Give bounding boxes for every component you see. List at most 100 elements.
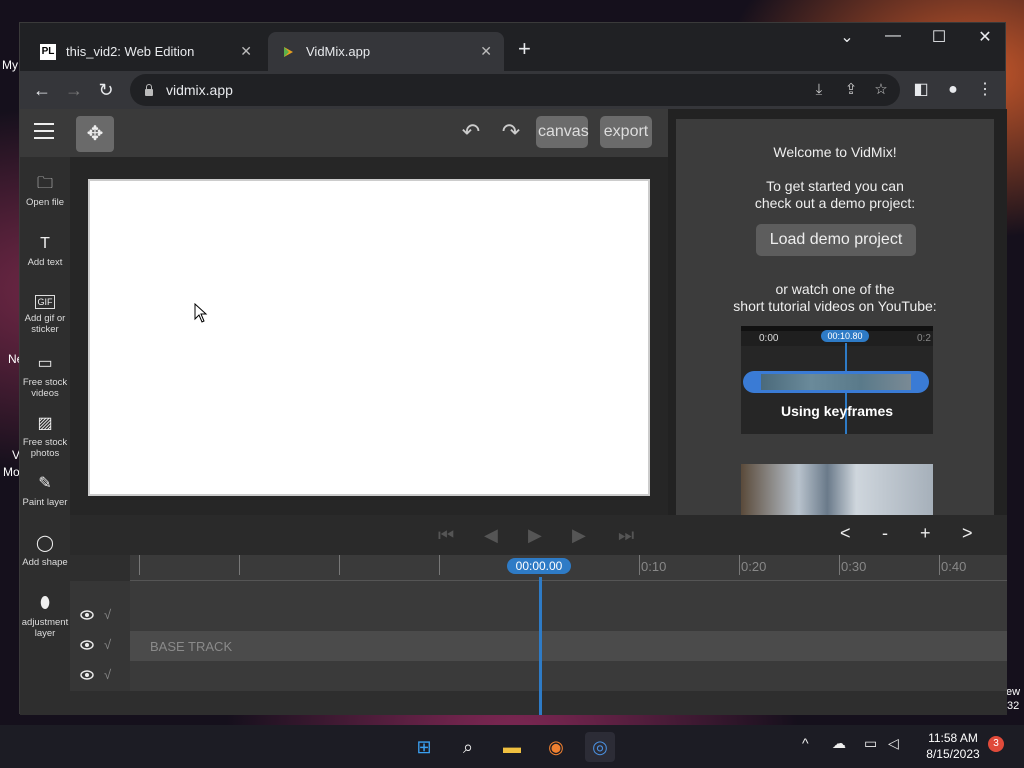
ruler-tick [739, 555, 740, 575]
ruler-tick [439, 555, 440, 575]
track-head: √ [70, 601, 130, 631]
file-explorer-icon[interactable]: ▬ [497, 732, 527, 762]
ruler-tick [339, 555, 340, 575]
eye-icon[interactable] [80, 639, 94, 651]
taskbar-clock[interactable]: 11:58 AM 8/15/2023 [918, 730, 988, 762]
tab-vidmix[interactable]: VidMix.app ✕ [268, 32, 504, 71]
close-tab-icon[interactable]: ✕ [240, 43, 252, 60]
address-bar[interactable]: vidmix.app ⤓ ⇪ ☆ [130, 74, 900, 106]
sidebar-item-add-text[interactable]: T Add text [20, 235, 70, 268]
tutorial-video-thumbnail-2[interactable] [741, 464, 933, 519]
browser-window: PL this_vid2: Web Edition ✕ VidMix.app ✕… [19, 22, 1008, 715]
adjustment-icon: ⬮ [39, 595, 51, 612]
step-back-button[interactable]: ◀ [484, 525, 498, 546]
ruler-tick-label: 0:40 [941, 559, 967, 574]
close-window-button[interactable]: ✕ [962, 27, 1008, 47]
windows-start-icon[interactable]: ⊞ [409, 732, 439, 762]
sidebar-item-add-shape[interactable]: ◯ Add shape [20, 535, 70, 568]
undo-button[interactable]: ↶ [456, 119, 486, 147]
tray-overflow-icon[interactable]: ^ [802, 735, 809, 751]
hamburger-menu-icon[interactable] [34, 123, 54, 139]
eye-icon[interactable] [80, 669, 94, 681]
welcome-intro-line: To get started you can [766, 178, 904, 194]
bookmark-star-icon[interactable]: ☆ [868, 74, 894, 106]
welcome-card: Welcome to VidMix! To get started you ca… [676, 119, 994, 519]
eye-icon[interactable] [80, 609, 94, 621]
taskbar: ⊞ ⌕ ▬ ◉ ◎ ^ ☁ ▭ ◁ 11:58 AM 8/15/2023 3 [0, 725, 1024, 768]
tab-search-button[interactable]: ⌄ [824, 27, 870, 47]
load-demo-project-button[interactable]: Load demo project [756, 224, 916, 256]
desktop-label: Mo [3, 465, 20, 479]
track-label: BASE TRACK [150, 639, 233, 654]
network-icon[interactable]: ▭ [864, 735, 877, 752]
export-button[interactable]: export [600, 116, 652, 148]
forward-button[interactable]: → [60, 77, 88, 103]
welcome-panel: Welcome to VidMix! To get started you ca… [668, 109, 1007, 519]
zoom-in-button[interactable]: + [920, 523, 931, 544]
browser-toolbar: ← → ↻ vidmix.app ⤓ ⇪ ☆ ◧ ● ⋮ [20, 71, 1005, 109]
track-head: √ [70, 661, 130, 691]
skip-to-end-button[interactable]: ⏭ [618, 525, 634, 546]
keyframe-curve-icon[interactable]: √ [104, 637, 111, 652]
track-head [70, 581, 130, 601]
sidebar-item-stock-videos[interactable]: ▭ Free stock videos [20, 355, 70, 399]
tutorial-time-badge: 00:10.80 [821, 330, 869, 342]
track-body[interactable] [130, 601, 1007, 631]
close-tab-icon[interactable]: ✕ [480, 43, 492, 60]
sidebar-item-open-file[interactable]: 🗀 Open file [20, 175, 70, 208]
playhead-time-badge[interactable]: 00:00.00 [507, 558, 571, 574]
zoom-out-button[interactable]: - [882, 523, 888, 544]
gif-icon: GIF [35, 295, 55, 309]
volume-icon[interactable]: ◁ [888, 735, 899, 752]
track-body[interactable] [130, 661, 1007, 691]
tutorial-video-thumbnail[interactable]: 0:00 0:2 00:10.80 Using keyframes [741, 326, 933, 434]
timeline-prev-button[interactable]: < [840, 523, 851, 544]
play-button[interactable]: ▶ [528, 525, 542, 546]
side-panel-icon[interactable]: ◧ [908, 77, 934, 103]
tab-this-vid2[interactable]: PL this_vid2: Web Edition ✕ [28, 32, 264, 71]
ruler-tick [839, 555, 840, 575]
app-topbar: ✥ ↶ ↷ canvas export [20, 109, 668, 157]
clock-time: 11:58 AM [928, 731, 978, 745]
video-canvas[interactable] [88, 179, 650, 496]
sidebar-item-paint-layer[interactable]: ✎ Paint layer [20, 475, 70, 508]
skip-to-start-button[interactable]: ⏮ [438, 525, 454, 546]
move-tool-button[interactable]: ✥ [76, 116, 114, 152]
keyframe-curve-icon[interactable]: √ [104, 667, 111, 682]
redo-button[interactable]: ↷ [496, 119, 526, 147]
desktop-label: ew [1006, 686, 1021, 698]
welcome-or-line: short tutorial videos on YouTube: [733, 298, 937, 314]
track-body [130, 581, 1007, 601]
keyframe-curve-icon[interactable]: √ [104, 607, 111, 622]
welcome-heading: Welcome to VidMix! [773, 144, 897, 160]
shape-icon: ◯ [36, 535, 54, 552]
sidebar-item-stock-photos[interactable]: ▨ Free stock photos [20, 415, 70, 459]
firefox-icon[interactable]: ◉ [541, 732, 571, 762]
track-body[interactable]: BASE TRACK [130, 631, 1007, 661]
install-icon[interactable]: ⤓ [806, 74, 832, 106]
maximize-button[interactable]: ☐ [916, 27, 962, 47]
ruler-tick [139, 555, 140, 575]
canvas-button[interactable]: canvas [536, 116, 589, 148]
timeline-next-button[interactable]: > [962, 523, 973, 544]
new-tab-button[interactable]: + [518, 36, 531, 62]
search-icon[interactable]: ⌕ [453, 732, 483, 762]
cloud-icon[interactable]: ☁ [832, 735, 846, 752]
reload-button[interactable]: ↻ [92, 77, 120, 103]
profile-icon[interactable]: ● [940, 77, 966, 103]
step-forward-button[interactable]: ▶ [572, 525, 586, 546]
chrome-icon[interactable]: ◎ [585, 732, 615, 762]
text-icon: T [40, 235, 50, 252]
sidebar-item-adjustment-layer[interactable]: ⬮ adjustment layer [20, 595, 70, 639]
sidebar-item-label: Paint layer [22, 497, 68, 508]
notification-badge[interactable]: 3 [988, 736, 1004, 752]
sidebar-item-add-gif[interactable]: GIF Add gif or sticker [20, 295, 70, 335]
share-icon[interactable]: ⇪ [838, 74, 864, 106]
timeline-playhead[interactable] [539, 577, 542, 715]
minimize-button[interactable]: — [870, 27, 916, 45]
timeline-ruler[interactable]: 0:10 0:20 0:30 0:40 00:00.00 [130, 555, 1007, 581]
folder-icon: 🗀 [36, 175, 53, 192]
menu-kebab-icon[interactable]: ⋮ [972, 77, 998, 103]
tool-sidebar: 🗀 Open file T Add text GIF Add gif or st… [20, 157, 70, 715]
back-button[interactable]: ← [28, 77, 56, 103]
